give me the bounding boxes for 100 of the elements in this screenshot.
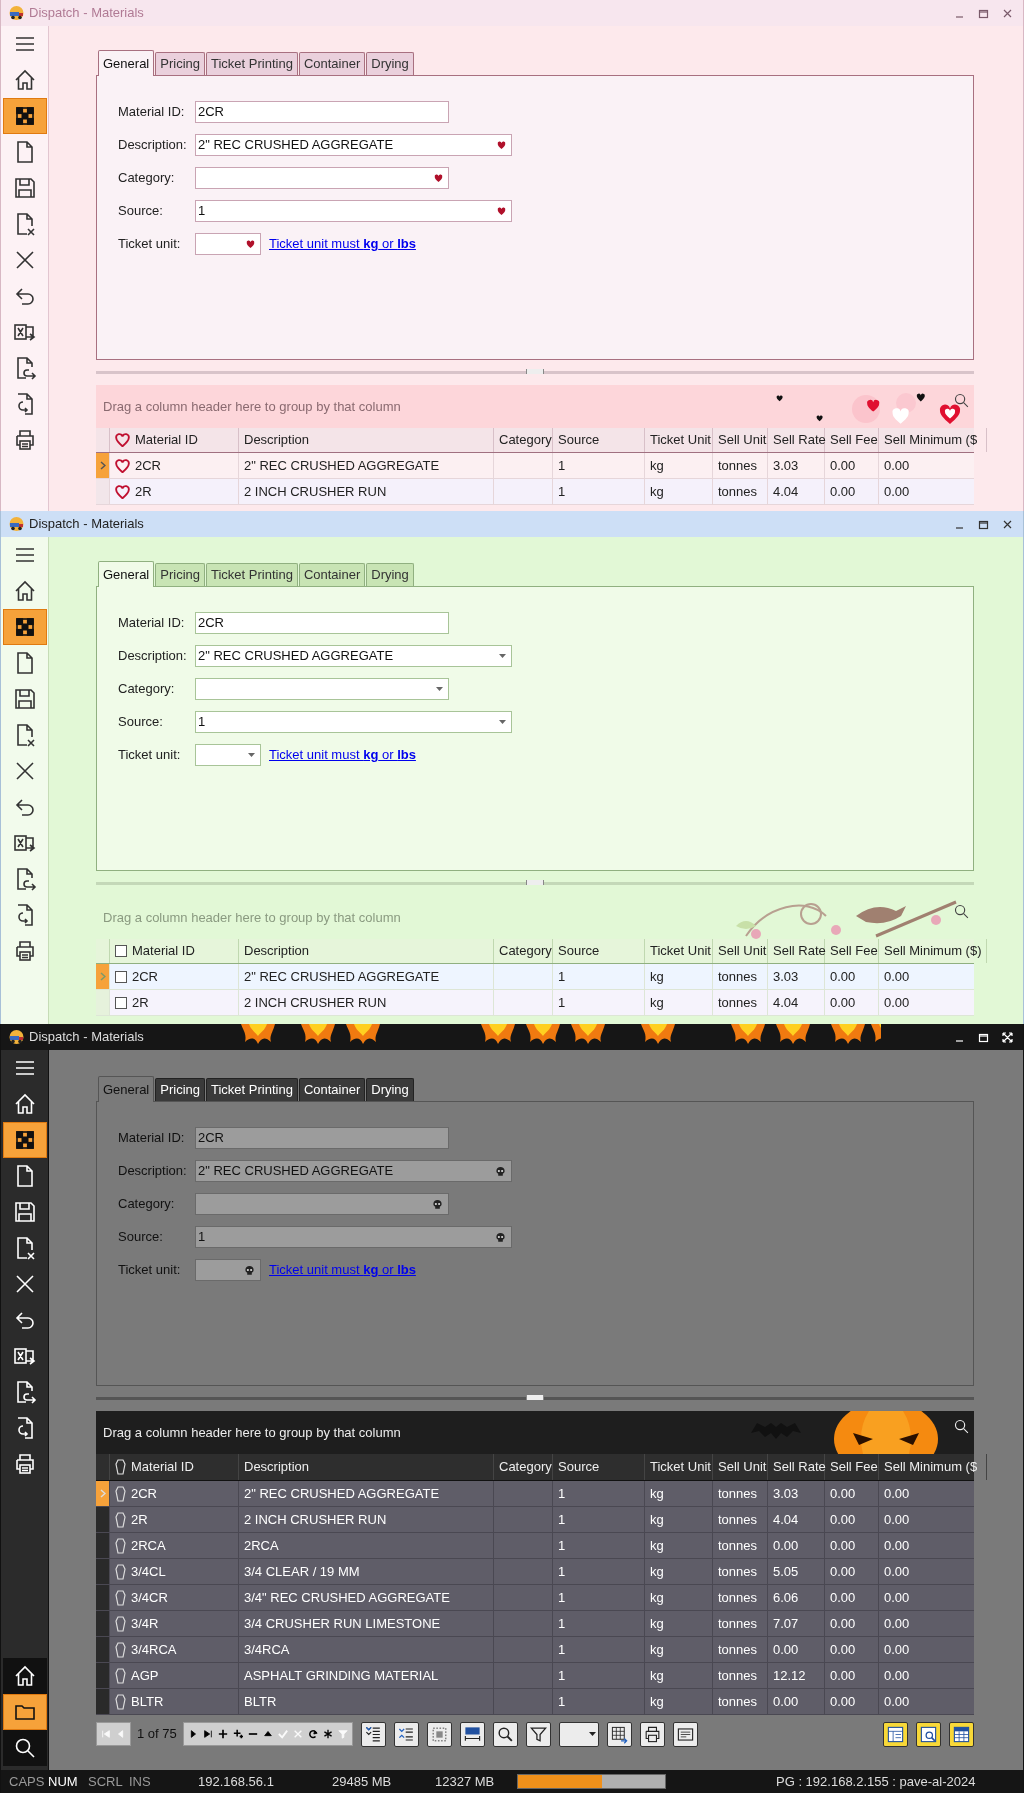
- column-header[interactable]: Sell Unit: [713, 1454, 768, 1480]
- toolbar-button[interactable]: [360, 1721, 386, 1747]
- tab[interactable]: Ticket Printing: [206, 52, 298, 75]
- tab[interactable]: Drying: [366, 1078, 414, 1101]
- column-header[interactable]: Source: [553, 939, 645, 963]
- tab[interactable]: Pricing: [155, 563, 205, 586]
- toolbar-button[interactable]: [606, 1721, 632, 1747]
- validation-link[interactable]: Ticket unit must kg or lbs: [269, 745, 416, 765]
- column-header[interactable]: Sell Minimum ($: [879, 428, 987, 452]
- row-indicator[interactable]: [96, 1481, 110, 1506]
- close-icon[interactable]: [1002, 518, 1013, 530]
- column-header[interactable]: Description: [239, 939, 494, 963]
- view-button[interactable]: [883, 1721, 908, 1747]
- dropdown-field[interactable]: [195, 678, 449, 700]
- column-header[interactable]: Description: [239, 1454, 494, 1480]
- tab[interactable]: Drying: [366, 563, 414, 586]
- dropdown-field[interactable]: [195, 1259, 261, 1281]
- checkbox[interactable]: [115, 996, 127, 1009]
- sidebar-button[interactable]: [3, 1122, 47, 1158]
- splitter-grip[interactable]: [526, 1395, 544, 1400]
- dropdown-field[interactable]: [195, 1193, 449, 1215]
- maximize-icon[interactable]: [978, 1031, 989, 1043]
- column-header[interactable]: Ticket Unit: [645, 1454, 713, 1480]
- dropdown-field[interactable]: 1: [195, 711, 512, 733]
- checkbox[interactable]: [115, 970, 127, 983]
- column-header[interactable]: Sell Minimum ($: [879, 1454, 987, 1480]
- dropdown-field[interactable]: 1: [195, 200, 512, 222]
- tab[interactable]: Drying: [366, 52, 414, 75]
- dropdown-field[interactable]: 2" REC CRUSHED AGGREGATE: [195, 134, 512, 156]
- toolbar-button[interactable]: [525, 1721, 551, 1747]
- toolbar-button[interactable]: [426, 1721, 452, 1747]
- dropdown-field[interactable]: [195, 167, 449, 189]
- close-icon[interactable]: [1002, 7, 1013, 19]
- up-icon[interactable]: [262, 1729, 273, 1739]
- column-header[interactable]: Sell Unit: [713, 428, 768, 452]
- validation-link[interactable]: Ticket unit must kg or lbs: [269, 234, 416, 254]
- column-header[interactable]: Sell Rate: [768, 1454, 825, 1480]
- sidebar-button[interactable]: [3, 1694, 47, 1730]
- dropdown-field[interactable]: 2" REC CRUSHED AGGREGATE: [195, 1160, 512, 1182]
- column-header[interactable]: Source: [553, 1454, 645, 1480]
- column-header[interactable]: Sell Minimum ($): [879, 939, 987, 963]
- toolbar-button[interactable]: [672, 1721, 698, 1747]
- maximize-icon[interactable]: [978, 518, 989, 530]
- add-child-icon[interactable]: [232, 1729, 243, 1739]
- column-header[interactable]: Sell Fee: [825, 1454, 879, 1480]
- tab[interactable]: General: [98, 561, 155, 587]
- column-header[interactable]: Material ID: [110, 428, 239, 452]
- column-header[interactable]: Ticket Unit: [645, 428, 713, 452]
- column-header[interactable]: Sell Fee: [825, 428, 879, 452]
- tab[interactable]: Container: [298, 563, 366, 586]
- column-header[interactable]: Ticket Unit: [645, 939, 713, 963]
- dropdown-field[interactable]: 1: [195, 1226, 512, 1248]
- column-header[interactable]: Material ID: [110, 939, 239, 963]
- column-header[interactable]: Description: [239, 428, 494, 452]
- toolbar-button[interactable]: [393, 1721, 419, 1747]
- dropdown-field[interactable]: 2" REC CRUSHED AGGREGATE: [195, 645, 512, 667]
- input-field[interactable]: 2CR: [195, 1127, 449, 1149]
- tab[interactable]: Container: [298, 52, 366, 75]
- add-icon[interactable]: [217, 1729, 228, 1739]
- column-header[interactable]: Source: [553, 428, 645, 452]
- tab[interactable]: Ticket Printing: [206, 1078, 298, 1101]
- dropdown-button[interactable]: [558, 1721, 599, 1747]
- column-header[interactable]: Sell Rate: [768, 428, 825, 452]
- dropdown-field[interactable]: [195, 233, 261, 255]
- column-header[interactable]: Material ID: [110, 1454, 239, 1480]
- column-header[interactable]: Category: [494, 1454, 553, 1480]
- toolbar-button[interactable]: [639, 1721, 665, 1747]
- checkbox[interactable]: [115, 945, 127, 957]
- column-header[interactable]: Sell Unit: [713, 939, 768, 963]
- splitter-grip[interactable]: [526, 880, 544, 885]
- refresh-icon[interactable]: [307, 1729, 318, 1739]
- sidebar-button[interactable]: [3, 609, 47, 645]
- input-field[interactable]: 2CR: [195, 612, 449, 634]
- dropdown-field[interactable]: [195, 744, 261, 766]
- sidebar-button[interactable]: [3, 98, 47, 134]
- save-icon: [13, 176, 37, 200]
- column-header[interactable]: Category: [494, 428, 553, 452]
- table-cell-text: 4.04: [773, 1510, 799, 1529]
- toolbar-button[interactable]: [459, 1721, 485, 1747]
- asterisk-icon[interactable]: [322, 1729, 333, 1739]
- tab[interactable]: Container: [298, 1078, 366, 1101]
- column-header[interactable]: Category: [494, 939, 553, 963]
- tab[interactable]: Pricing: [155, 1078, 205, 1101]
- column-header[interactable]: Sell Rate: [768, 939, 825, 963]
- table-cell-text: 0.00: [830, 1484, 856, 1503]
- expand-arrows-icon[interactable]: [1002, 1031, 1013, 1043]
- view-button[interactable]: [916, 1721, 941, 1747]
- sidebar-button[interactable]: [3, 1730, 47, 1766]
- view-button[interactable]: [949, 1721, 974, 1747]
- tab[interactable]: General: [98, 1076, 155, 1102]
- input-field[interactable]: 2CR: [195, 101, 449, 123]
- splitter-grip[interactable]: [526, 369, 544, 374]
- tab[interactable]: Ticket Printing: [206, 563, 298, 586]
- sidebar-button[interactable]: [3, 1658, 47, 1694]
- field-label: Category:: [118, 1195, 176, 1214]
- column-header[interactable]: Sell Fee: [825, 939, 879, 963]
- last-page-icon[interactable]: [202, 1729, 213, 1739]
- tab[interactable]: General: [98, 50, 155, 76]
- tab[interactable]: Pricing: [155, 52, 205, 75]
- toolbar-button[interactable]: [492, 1721, 518, 1747]
